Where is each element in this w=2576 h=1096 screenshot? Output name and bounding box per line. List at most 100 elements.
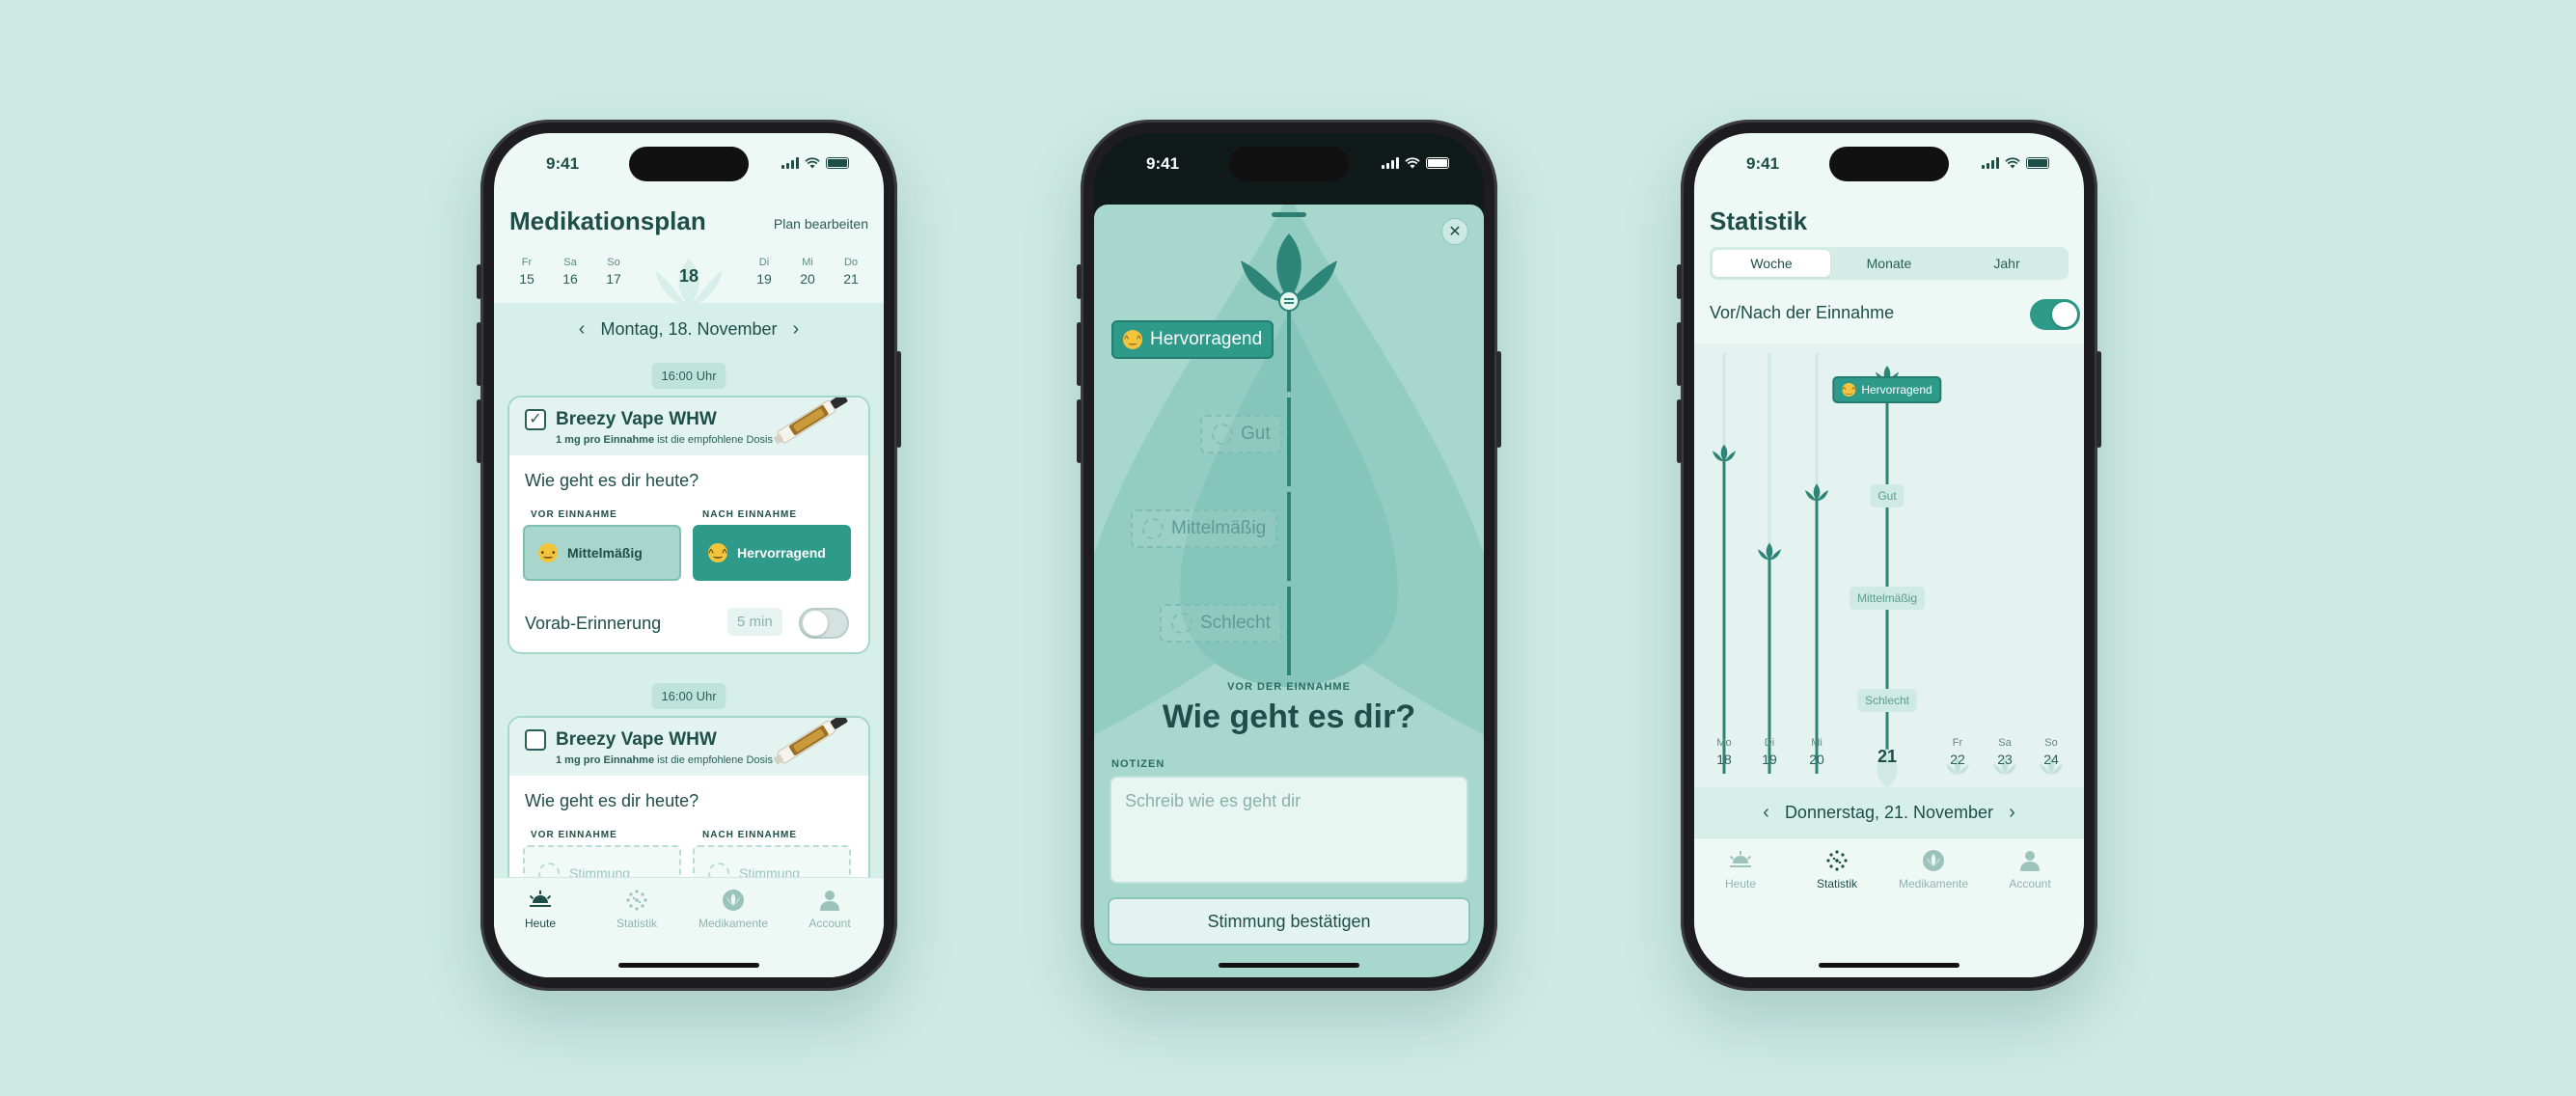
eyebrow-label: VOR DER EINNAHME xyxy=(1227,681,1351,693)
mood-question: Wie geht es dir heute? xyxy=(525,471,699,490)
mood-chart: ^‿^ Hervorragend Gut Mittelmäßig Schlecht Mo 1… xyxy=(1694,343,2084,787)
volume-up-button xyxy=(477,322,481,386)
battery-icon xyxy=(2026,157,2049,169)
after-label: NACH EINNAHME xyxy=(702,830,797,840)
notes-input[interactable]: Schreib wie es geht dir xyxy=(1110,776,1468,884)
dose-info: 1 mg pro Einnahme ist die empfohlene Dos… xyxy=(556,754,773,766)
taken-checkbox[interactable]: ✓ xyxy=(525,409,546,430)
day-item[interactable]: Sa 16 xyxy=(556,257,585,287)
segment-woche[interactable]: Woche xyxy=(1713,250,1830,277)
mood-option-schlecht[interactable]: Schlecht xyxy=(1160,604,1282,643)
vape-pen-icon xyxy=(773,718,848,765)
chart-day-label[interactable]: Mo 18 xyxy=(1710,737,1739,767)
dots-grid-icon xyxy=(1826,850,1848,871)
power-button xyxy=(2096,351,2101,448)
sheet-question: Wie geht es dir? xyxy=(1162,699,1416,735)
chart-day-label[interactable]: So 24 xyxy=(2037,737,2066,767)
dynamic-island xyxy=(629,147,749,181)
day-item[interactable]: Di 19 xyxy=(750,257,779,287)
dots-grid-icon xyxy=(626,890,647,911)
sheet-grabber[interactable] xyxy=(1272,212,1306,217)
mute-switch xyxy=(477,264,481,299)
time-pill: 16:00 Uhr xyxy=(651,363,726,389)
chart-level-label: ^‿^ Hervorragend xyxy=(1832,376,1942,403)
status-time: 9:41 xyxy=(546,154,580,173)
chevron-right-icon[interactable]: › xyxy=(793,318,800,341)
reminder-label: Vorab-Erinnerung xyxy=(525,614,662,633)
chart-day-label[interactable]: Di 19 xyxy=(1755,737,1784,767)
phone-medikationsplan: 9:41 Medikationsplan Plan bearbeiten Fr 1… xyxy=(477,120,901,991)
page-title: Medikationsplan xyxy=(509,206,706,235)
mood-lotus-marker xyxy=(1712,444,1737,462)
sunrise-icon xyxy=(529,890,552,907)
stem-segment xyxy=(1287,492,1291,581)
leaf-icon xyxy=(1923,850,1944,871)
stem-segment xyxy=(1287,311,1291,392)
smiling-face-icon: ^‿^ xyxy=(1123,330,1142,349)
mute-switch xyxy=(1677,264,1682,299)
period-segmented-control: Woche Monate Jahr xyxy=(1710,247,2069,280)
close-button[interactable]: ✕ xyxy=(1441,218,1468,245)
reminder-toggle[interactable] xyxy=(799,608,849,639)
sunrise-icon xyxy=(1729,851,1752,867)
stem-segment xyxy=(1287,397,1291,486)
chevron-left-icon[interactable]: ‹ xyxy=(579,318,586,341)
tab-heute[interactable]: Heute xyxy=(1702,848,1779,890)
day-item[interactable]: Mi 20 xyxy=(793,257,822,287)
before-after-toggle[interactable] xyxy=(2030,299,2080,330)
before-mood-button[interactable]: •‿• Mittelmäßig xyxy=(523,525,681,581)
segment-jahr[interactable]: Jahr xyxy=(1948,250,2066,277)
day-item[interactable]: Do 21 xyxy=(836,257,865,287)
date-navigator: ‹ Donnerstag, 21. November › xyxy=(1694,787,2084,837)
medication-card: ✓ Breezy Vape WHW 1 mg pro Einnahme ist … xyxy=(507,396,870,654)
tab-account[interactable]: Account xyxy=(791,888,868,930)
status-time: 9:41 xyxy=(1746,154,1780,173)
chevron-right-icon[interactable]: › xyxy=(2009,802,2015,824)
tab-statistik[interactable]: Statistik xyxy=(1798,848,1876,890)
chart-day-label[interactable]: Fr 22 xyxy=(1943,737,1972,767)
phone-mood-entry: 9:41 ✕ ^‿^ Hervorragend Gut Mittelmäßig … xyxy=(1077,120,1501,991)
notes-label: NOTIZEN xyxy=(1111,758,1165,770)
dynamic-island xyxy=(1829,147,1949,181)
reminder-minutes[interactable]: 5 min xyxy=(727,608,782,636)
after-label: NACH EINNAHME xyxy=(702,509,797,520)
chart-day-label[interactable]: Mi 20 xyxy=(1802,737,1831,767)
person-icon xyxy=(820,890,839,911)
day-item[interactable]: Fr 15 xyxy=(512,257,541,287)
tab-medikamente[interactable]: Medikamente xyxy=(695,888,772,930)
day-item-selected[interactable]: 18 xyxy=(674,266,703,287)
mood-bar xyxy=(1885,380,1889,774)
signal-icon xyxy=(1982,157,1999,169)
volume-down-button xyxy=(1677,399,1682,463)
tab-heute[interactable]: Heute xyxy=(502,888,579,930)
wifi-icon xyxy=(805,157,820,169)
screen: 9:41 Medikationsplan Plan bearbeiten Fr 1… xyxy=(494,133,884,977)
tab-account[interactable]: Account xyxy=(1991,848,2069,890)
chevron-left-icon[interactable]: ‹ xyxy=(1763,802,1769,824)
day-item[interactable]: So 17 xyxy=(599,257,628,287)
mood-option-gut[interactable]: Gut xyxy=(1200,415,1282,453)
confirm-mood-button[interactable]: Stimmung bestätigen xyxy=(1108,897,1470,945)
edit-plan-link[interactable]: Plan bearbeiten xyxy=(774,216,868,232)
medication-name: Breezy Vape WHW xyxy=(556,729,717,750)
before-mood-value: Mittelmäßig xyxy=(567,545,643,561)
after-mood-button[interactable]: ^‿^ Hervorragend xyxy=(693,525,851,581)
empty-mood-icon xyxy=(1171,613,1192,634)
day-strip: Fr 15 Sa 16 So 17 18 Di 19 Mi 20 Do 21 xyxy=(494,257,884,307)
checkmark-icon: ✓ xyxy=(529,411,542,427)
chart-day-label[interactable]: 21 xyxy=(1873,747,1902,767)
segment-monate[interactable]: Monate xyxy=(1830,250,1948,277)
mood-option-mittelmaessig[interactable]: Mittelmäßig xyxy=(1131,509,1278,548)
before-label: VOR EINNAHME xyxy=(531,509,617,520)
mood-question: Wie geht es dir heute? xyxy=(525,791,699,810)
tab-medikamente[interactable]: Medikamente xyxy=(1895,848,1972,890)
date-label: Montag, 18. November xyxy=(600,318,778,339)
mood-option-hervorragend[interactable]: ^‿^ Hervorragend xyxy=(1111,320,1274,359)
date-navigator: ‹ Montag, 18. November › xyxy=(494,303,884,355)
tab-statistik[interactable]: Statistik xyxy=(598,888,675,930)
chart-day-label[interactable]: Sa 23 xyxy=(1990,737,2019,767)
taken-checkbox[interactable] xyxy=(525,729,546,751)
person-icon xyxy=(2020,851,2040,871)
medication-name: Breezy Vape WHW xyxy=(556,409,717,429)
stem-segment xyxy=(1287,587,1291,675)
